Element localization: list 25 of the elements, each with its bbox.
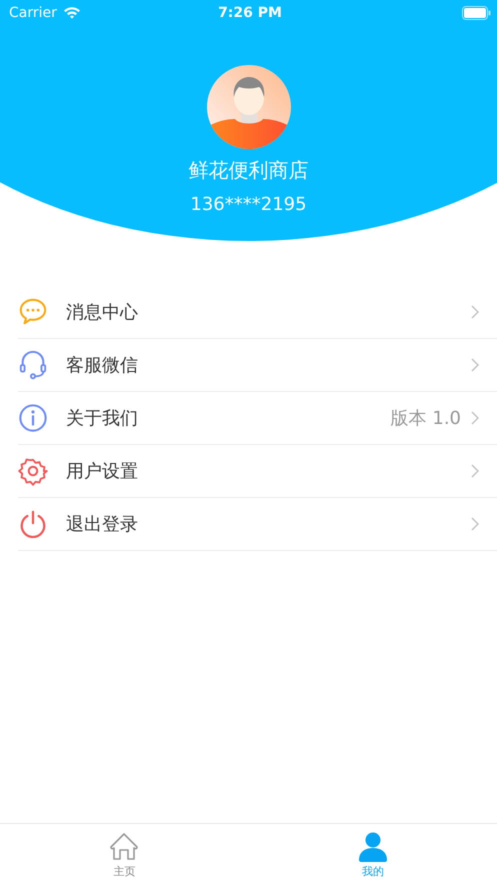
status-time: 7:26 PM — [218, 4, 282, 20]
version-label: 版本 1.0 — [390, 407, 461, 430]
chevron-icon — [471, 358, 479, 372]
info-icon — [18, 403, 48, 433]
menu-item[interactable]: 关于我们 版本 1.0 — [18, 392, 497, 445]
chevron-icon — [471, 305, 479, 319]
headset-icon — [18, 350, 48, 380]
chevron-icon — [471, 517, 479, 531]
chevron-icon — [471, 411, 479, 425]
menu-item[interactable]: 用户设置 — [18, 445, 497, 498]
tab-item[interactable]: 主页 — [0, 824, 248, 883]
wifi-icon — [62, 6, 81, 19]
person-icon — [356, 831, 389, 863]
carrier-label: Carrier — [9, 4, 57, 20]
menu-item[interactable]: 退出登录 — [18, 498, 497, 551]
menu-item[interactable]: 客服微信 — [18, 339, 497, 392]
phone-number: 136****2195 — [190, 194, 307, 215]
settings-icon — [18, 456, 48, 486]
battery-icon — [462, 6, 492, 20]
power-icon — [18, 509, 48, 539]
store-name: 鲜花便利商店 — [188, 157, 308, 184]
chevron-icon — [471, 464, 479, 478]
menu-item[interactable]: 消息中心 — [18, 286, 497, 339]
home-icon — [108, 831, 140, 863]
chat-icon — [18, 297, 48, 327]
